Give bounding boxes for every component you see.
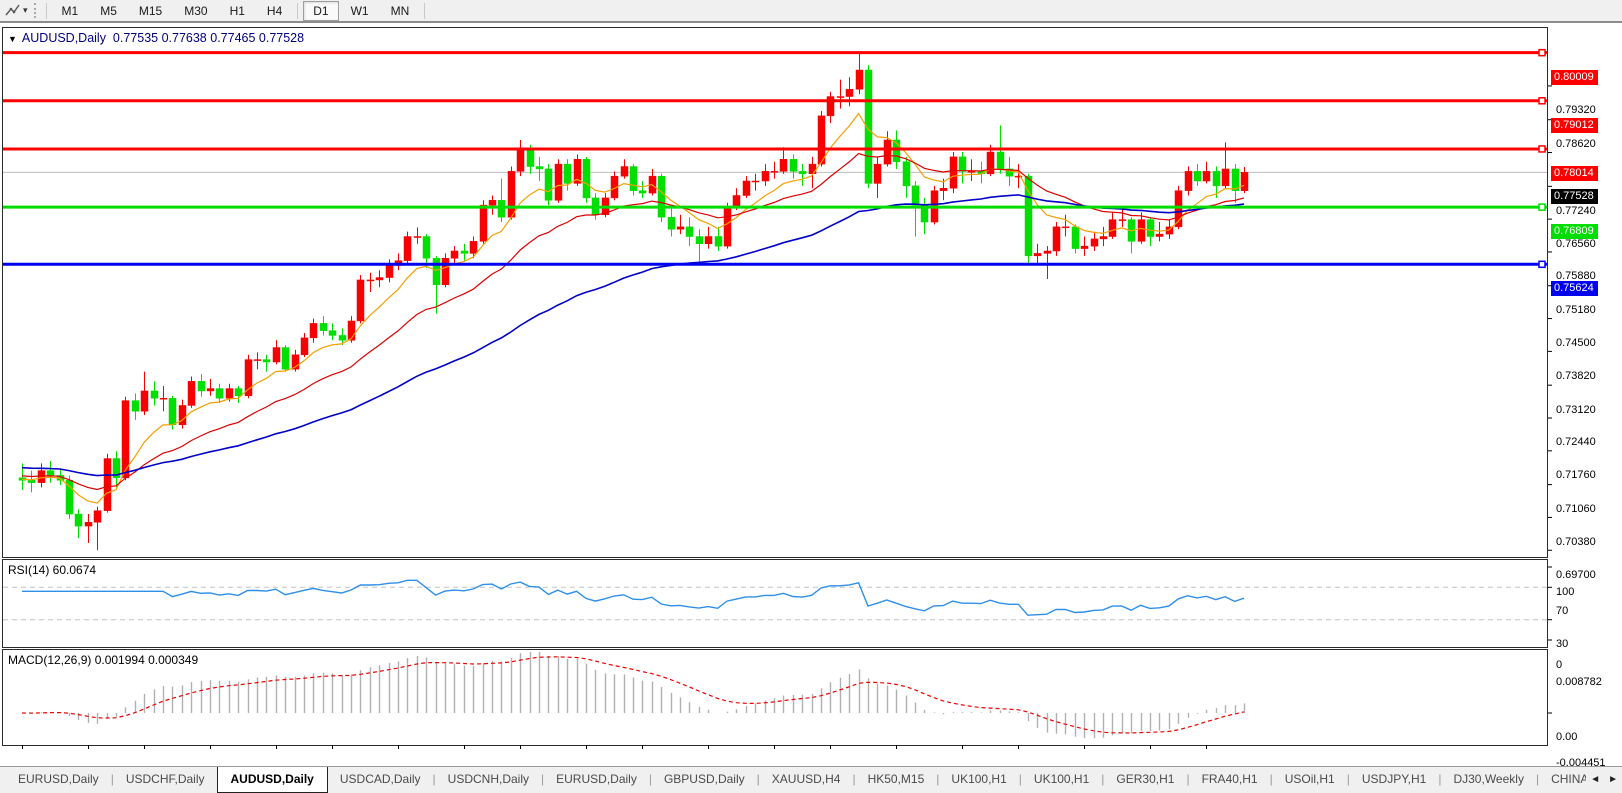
hline-0.75624[interactable] [3, 260, 1547, 269]
tab-GBPUSD-Daily[interactable]: GBPUSD,Daily [652, 767, 757, 790]
tab-EURUSD-Daily[interactable]: EURUSD,Daily [6, 767, 111, 790]
timeframe-button-M1[interactable]: M1 [52, 1, 89, 21]
price-tick-label: 0.76560 [1556, 237, 1596, 250]
chart-ohlc-quote: 0.77535 0.77638 0.77465 0.77528 [112, 31, 305, 45]
price-line-label: 0.78014 [1551, 165, 1598, 181]
price-tick-label: 0.77240 [1556, 204, 1596, 217]
rsi-axis-label: 100 [1556, 586, 1575, 598]
price-tick-label: 0.75180 [1556, 304, 1596, 317]
mt4-window: ▾ M1 M5 M15 M30 H1 H4 D1 W1 MN ▼ AUDUSD,Daily 0.7… [0, 0, 1622, 793]
tab-USDCNH-Daily[interactable]: USDCNH,Daily [436, 767, 541, 790]
ma-21-line [21, 152, 1245, 491]
toolbar-separator [297, 2, 299, 19]
panel-border [2, 649, 1548, 746]
toolbar-grip[interactable] [33, 3, 36, 18]
price-tick-label: 0.78620 [1556, 138, 1596, 151]
price-line-label: 0.79012 [1551, 117, 1598, 133]
current-price-label: 0.77528 [1551, 189, 1598, 205]
price-tick-label: 0.69700 [1556, 568, 1596, 581]
rsi-axis-label: 30 [1556, 637, 1569, 650]
tab-UK100-H1[interactable]: UK100,H1 [939, 767, 1018, 790]
price-tick-label: 0.71760 [1556, 469, 1596, 482]
tab-USOil-H1[interactable]: USOil,H1 [1273, 767, 1347, 790]
timeframe-button-H4[interactable]: H4 [257, 1, 292, 21]
macd-label: MACD(12,26,9) 0.001994 0.000349 [8, 653, 199, 667]
timeframe-buttons: M1 M5 M15 M30 H1 H4 D1 W1 MN [42, 0, 430, 21]
timeframe-button-D1[interactable]: D1 [303, 0, 339, 21]
price-line-label: 0.75624 [1551, 281, 1598, 297]
timeframe-button-MN[interactable]: MN [381, 1, 420, 21]
chart-canvas [2, 27, 1552, 749]
collapse-marker-icon[interactable]: ▼ [8, 34, 17, 44]
hline-0.78014[interactable] [3, 145, 1547, 153]
panel-border [2, 27, 1548, 558]
tab-UK100-H1[interactable]: UK100,H1 [1022, 767, 1101, 790]
dropdown-caret-icon[interactable]: ▾ [23, 5, 28, 16]
tab-USDCHF-Daily[interactable]: USDCHF,Daily [114, 767, 217, 790]
price-line-label: 0.76809 [1551, 224, 1598, 240]
macd-axis-label: 0.00 [1556, 731, 1578, 743]
rsi-label: RSI(14) 60.0674 [8, 563, 97, 577]
hline-0.79012[interactable] [3, 97, 1547, 105]
price-tick-label: 0.70380 [1556, 535, 1596, 548]
rsi-axis-label: 70 [1556, 605, 1569, 618]
hline-0.80009[interactable] [3, 48, 1547, 57]
macd-axis-label: 0.008782 [1556, 676, 1602, 688]
tab-GER30-H1[interactable]: GER30,H1 [1104, 767, 1186, 790]
toolbar-separator [45, 2, 47, 19]
rsi-line [22, 579, 1245, 616]
hline-0.76809[interactable] [3, 203, 1547, 211]
price-tick-label: 0.74500 [1556, 337, 1596, 350]
tab-bar: EURUSD,Daily | USDCHF,Daily AUDUSD,Daily USD… [0, 766, 1622, 793]
timeframe-button-M5[interactable]: M5 [90, 1, 127, 21]
tab-USDCAD-Daily[interactable]: USDCAD,Daily [328, 767, 433, 790]
tab-CHINA300-H1[interactable]: CHINA300,H1 [1539, 767, 1586, 790]
chart-symbol-label: AUDUSD,Daily [21, 31, 106, 45]
price-tick-label: 0.72440 [1556, 436, 1596, 449]
price-line-label: 0.80009 [1551, 69, 1598, 85]
toolbar: ▾ M1 M5 M15 M30 H1 H4 D1 W1 MN [0, 0, 1622, 23]
timeframe-button-W1[interactable]: W1 [341, 1, 379, 21]
candles-layer [18, 52, 1249, 551]
rsi-axis-label: 0 [1556, 659, 1563, 671]
tab-DJ30-Weekly[interactable]: DJ30,Weekly [1441, 767, 1535, 790]
tab-XAUUSD-H4[interactable]: XAUUSD,H4 [760, 767, 853, 790]
price-tick-label: 0.73820 [1556, 369, 1596, 382]
tab-USDJPY-H1[interactable]: USDJPY,H1 [1350, 767, 1438, 790]
price-tick-label: 0.79320 [1556, 104, 1596, 117]
tab-EURUSD-Daily[interactable]: EURUSD,Daily [544, 767, 649, 790]
macd-histogram [30, 651, 1246, 739]
line-studies-icon[interactable] [4, 2, 22, 19]
chart-window: ▼ AUDUSD,Daily 0.77535 0.77638 0.77465 0.… [0, 25, 1622, 788]
timeframe-button-M30[interactable]: M30 [174, 1, 217, 21]
timeframe-button-H1[interactable]: H1 [220, 1, 255, 21]
tab-strip: EURUSD,Daily | USDCHF,Daily AUDUSD,Daily USD… [6, 767, 1586, 793]
panel-border [2, 559, 1548, 648]
tab-HK50-M15[interactable]: HK50,M15 [856, 767, 937, 790]
tab-scroll-left-icon[interactable]: ◄ [1586, 767, 1604, 792]
timeframe-button-M15[interactable]: M15 [129, 1, 172, 21]
chart-title: ▼ AUDUSD,Daily 0.77535 0.77638 0.77465 0.… [8, 31, 304, 45]
tab-FRA40-H1[interactable]: FRA40,H1 [1190, 767, 1270, 790]
tab-AUDUSD-Daily[interactable]: AUDUSD,Daily [216, 767, 328, 793]
toolbar-separator [424, 2, 426, 19]
tab-scroll-right-icon[interactable]: ► [1604, 767, 1622, 792]
price-tick-label: 0.73120 [1556, 403, 1596, 416]
price-tick-label: 0.71060 [1556, 503, 1596, 516]
